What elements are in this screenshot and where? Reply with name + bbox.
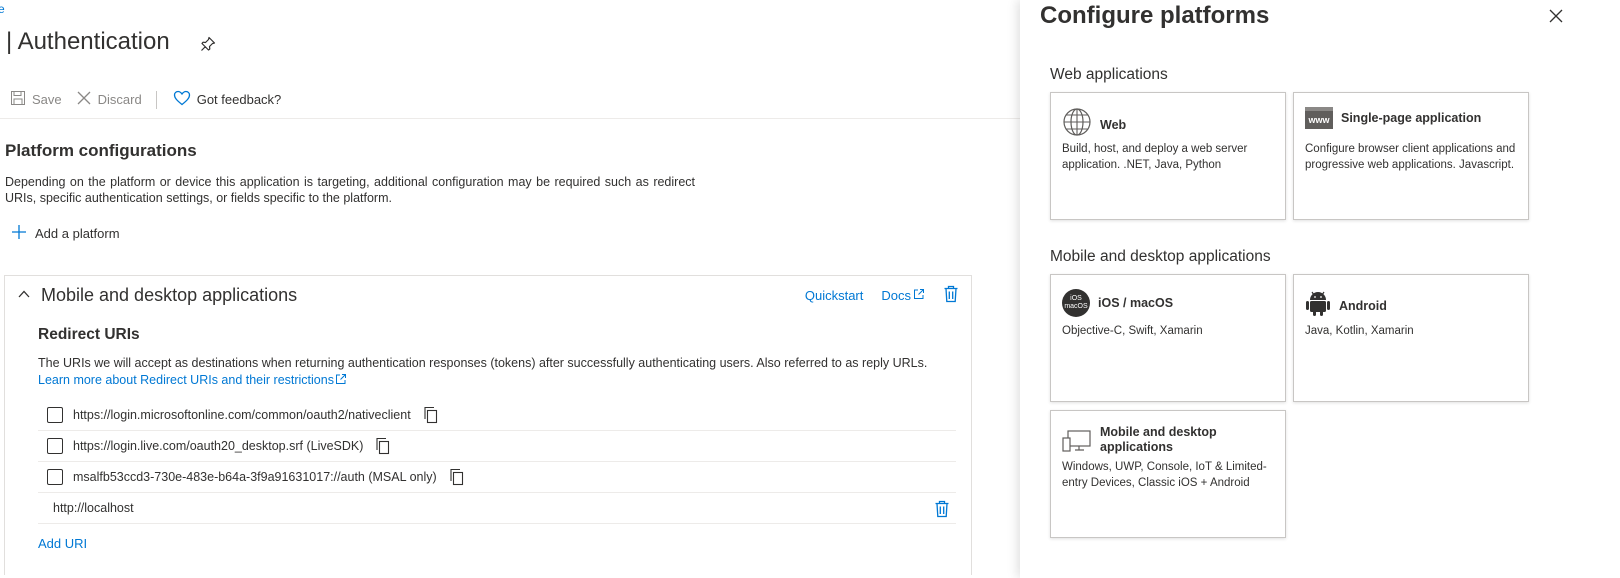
tile-header: www Single-page application: [1305, 107, 1481, 129]
learn-more-link[interactable]: Learn more about Redirect URIs and their…: [38, 373, 347, 387]
add-platform-label: Add a platform: [35, 226, 120, 241]
add-platform-button[interactable]: Add a platform: [11, 224, 120, 243]
quickstart-link[interactable]: Quickstart: [805, 288, 864, 303]
heart-icon: [173, 90, 191, 109]
learn-more-label: Learn more about Redirect URIs and their…: [38, 373, 334, 387]
www-browser-icon: www: [1305, 107, 1333, 129]
discard-button[interactable]: Discard: [76, 90, 142, 109]
close-panel-icon[interactable]: [1548, 8, 1564, 24]
tile-web-name: Web: [1100, 117, 1127, 132]
card-title: Mobile and desktop applications: [41, 285, 298, 305]
tile-header: Web: [1062, 107, 1126, 142]
tile-spa-name: Single-page application: [1341, 111, 1482, 125]
external-link-icon: [335, 374, 346, 384]
tile-header: Mobile and desktop applications: [1062, 425, 1250, 458]
platform-configurations-title: Platform configurations: [5, 141, 197, 160]
header-divider: [0, 118, 1020, 119]
tile-web[interactable]: Web Build, host, and deploy a web server…: [1050, 92, 1286, 220]
breadcrumb[interactable]: e: [0, 2, 5, 16]
uri-text: https://login.microsoftonline.com/common…: [73, 408, 411, 422]
tile-desktop-name: Mobile and desktop applications: [1100, 425, 1217, 454]
delete-card-icon[interactable]: [943, 285, 959, 306]
save-icon: [10, 90, 26, 109]
www-icon-text: www: [1308, 115, 1330, 125]
card-header[interactable]: Mobile and desktop applications: [17, 285, 297, 306]
mobile-desktop-card: Mobile and desktop applications Quicksta…: [4, 275, 972, 575]
feedback-button[interactable]: Got feedback?: [173, 90, 282, 109]
desktop-device-icon: [1062, 429, 1092, 458]
feedback-label: Got feedback?: [196, 92, 282, 107]
card-links: Quickstart Docs: [805, 285, 959, 306]
redirect-uris-description: The URIs we will accept as destinations …: [38, 355, 958, 389]
panel-title: Configure platforms: [1040, 2, 1270, 29]
tile-spa-desc: Configure browser client applications an…: [1305, 143, 1516, 171]
tile-ios-desc: Objective-C, Swift, Xamarin: [1062, 325, 1203, 337]
add-uri-link[interactable]: Add URI: [38, 536, 87, 551]
redirect-uris-title: Redirect URIs: [38, 326, 140, 343]
tile-android-desc: Java, Kotlin, Xamarin: [1305, 325, 1414, 337]
tile-android[interactable]: Android Java, Kotlin, Xamarin: [1293, 274, 1529, 402]
platform-configurations-description: Depending on the platform or device this…: [5, 175, 695, 205]
tile-header: iOS macOS iOS / macOS: [1062, 289, 1173, 317]
copy-icon[interactable]: [423, 406, 439, 424]
copy-icon[interactable]: [375, 437, 391, 455]
close-icon: [76, 90, 92, 109]
tile-android-name: Android: [1339, 298, 1387, 313]
discard-label: Discard: [97, 92, 142, 107]
tile-mobile-desktop[interactable]: Mobile and desktop applications Windows,…: [1050, 410, 1286, 538]
tile-ios-macos[interactable]: iOS macOS iOS / macOS Objective-C, Swift…: [1050, 274, 1286, 402]
docs-link[interactable]: Docs: [881, 288, 925, 303]
tile-header: Android: [1305, 289, 1387, 322]
chevron-up-icon[interactable]: [17, 285, 31, 306]
uri-text: msalfb53ccd3-730e-483e-b64a-3f9a91631017…: [73, 470, 437, 484]
configure-platforms-panel: Configure platforms Web applications Web…: [1020, 0, 1620, 578]
globe-icon: [1062, 107, 1092, 142]
external-link-icon: [913, 288, 925, 303]
custom-uri-row: http://localhost: [38, 493, 956, 524]
uri-checkbox[interactable]: [47, 469, 63, 485]
mobile-section-title: Mobile and desktop applications: [1050, 248, 1271, 265]
save-label: Save: [32, 92, 62, 107]
uri-row: msalfb53ccd3-730e-483e-b64a-3f9a91631017…: [38, 462, 956, 493]
uri-checkbox[interactable]: [47, 407, 63, 423]
save-button[interactable]: Save: [10, 90, 62, 109]
docs-label: Docs: [881, 288, 911, 303]
command-bar: Save Discard Got feedback?: [10, 90, 295, 109]
macos-icon-text: macOS: [1064, 303, 1088, 310]
custom-uri-input[interactable]: http://localhost: [38, 501, 134, 515]
tile-single-page-application[interactable]: www Single-page application Configure br…: [1293, 92, 1529, 220]
uri-row: https://login.live.com/oauth20_desktop.s…: [38, 431, 956, 462]
copy-icon[interactable]: [449, 468, 465, 486]
uri-row: https://login.microsoftonline.com/common…: [38, 400, 956, 431]
tile-desktop-desc: Windows, UWP, Console, IoT & Limited-ent…: [1062, 461, 1267, 489]
web-section-title: Web applications: [1050, 66, 1168, 83]
pin-icon[interactable]: [200, 36, 216, 52]
apple-os-icon: iOS macOS: [1062, 289, 1090, 317]
delete-uri-icon[interactable]: [934, 500, 950, 521]
android-icon: [1305, 289, 1331, 322]
tile-web-desc: Build, host, and deploy a web server app…: [1062, 143, 1248, 171]
uri-checkbox[interactable]: [47, 438, 63, 454]
ios-icon-text: iOS: [1070, 295, 1082, 302]
page-title: | Authentication: [6, 28, 170, 55]
plus-icon: [11, 224, 27, 243]
redirect-desc-text: The URIs we will accept as destinations …: [38, 356, 928, 370]
uri-text: https://login.live.com/oauth20_desktop.s…: [73, 439, 364, 453]
tile-ios-name: iOS / macOS: [1098, 296, 1174, 310]
toolbar-divider: [155, 90, 157, 109]
main-blade: e | Authentication Save Discard Got feed…: [0, 0, 1020, 578]
